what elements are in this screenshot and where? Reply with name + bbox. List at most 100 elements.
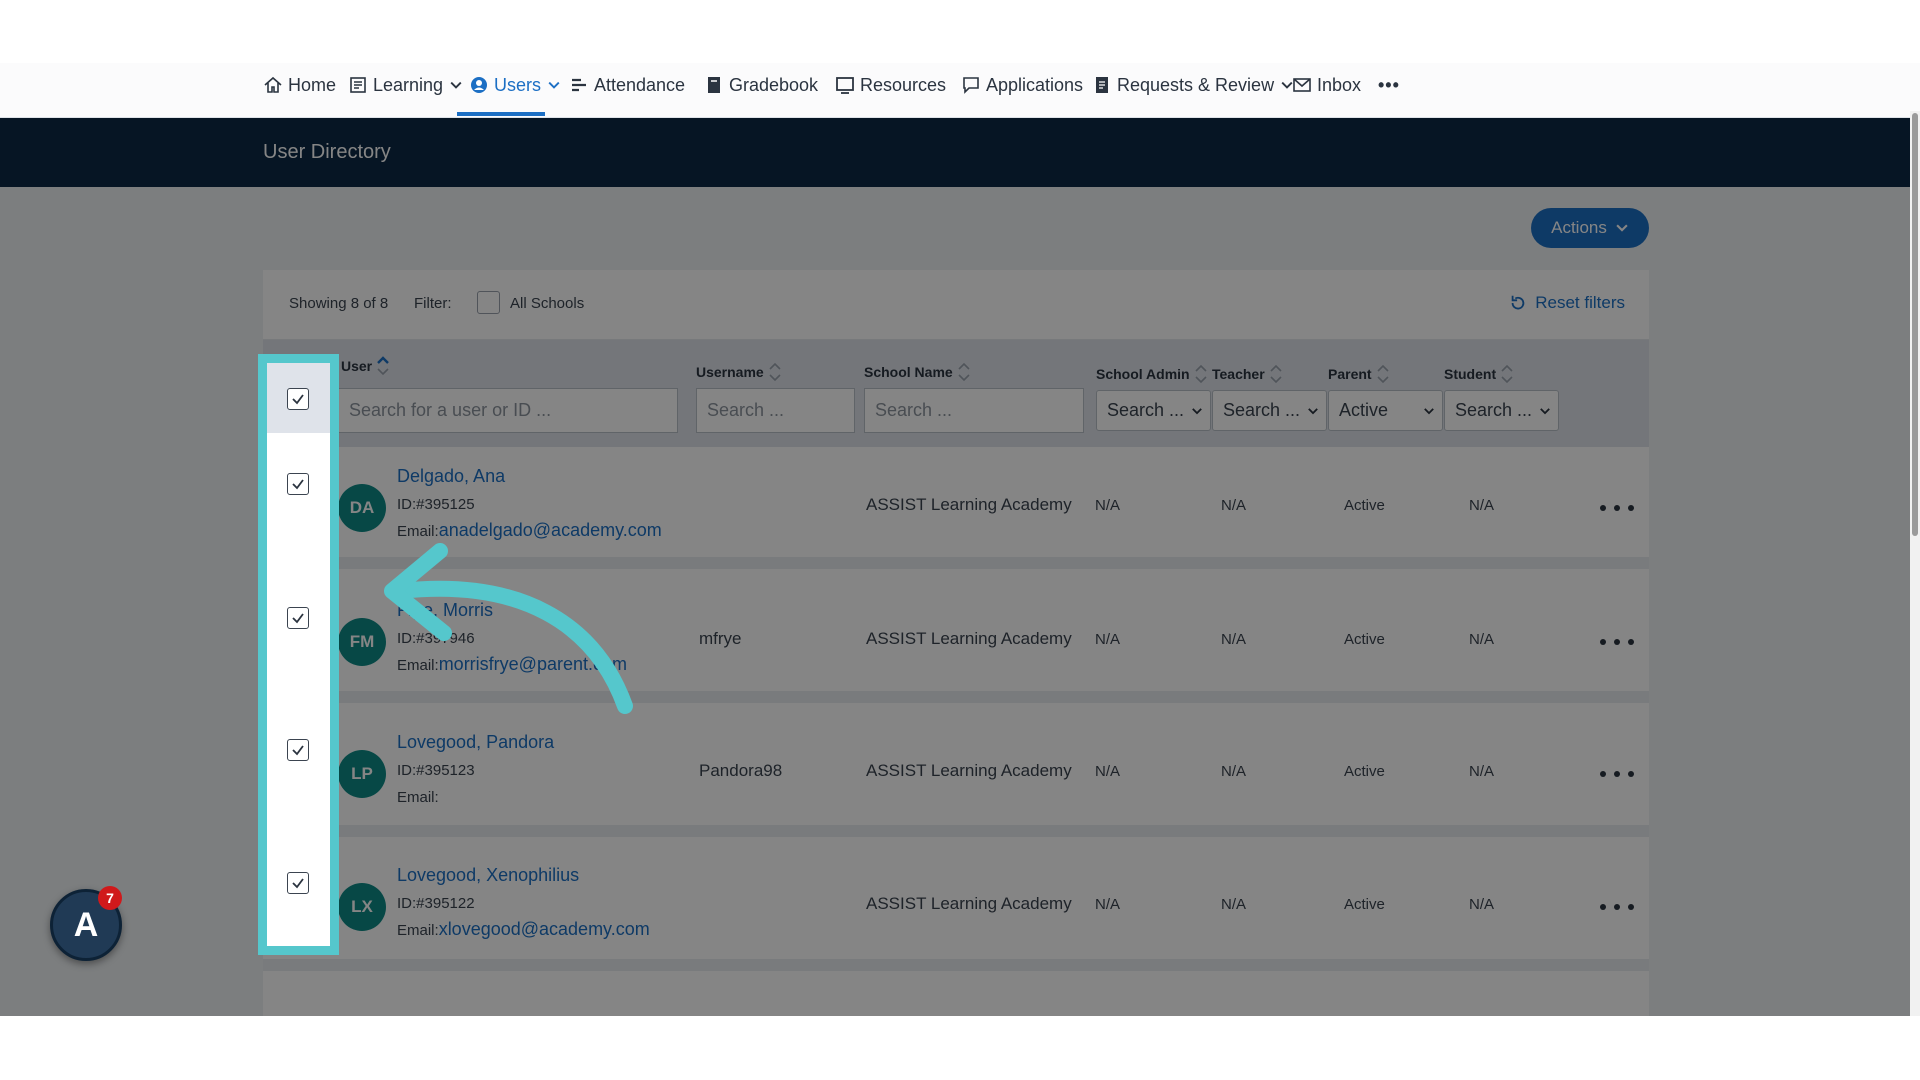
sort-icon	[1270, 364, 1282, 384]
table-header: User Username School Name School Admin T…	[263, 340, 1649, 447]
school-admin-cell: N/A	[1095, 896, 1121, 913]
row-more-button[interactable]	[1600, 767, 1634, 781]
col-parent-header[interactable]: Parent	[1328, 362, 1390, 386]
chevron-down-icon	[1192, 407, 1202, 414]
school-cell: ASSIST Learning Academy	[866, 495, 1072, 514]
col-teacher-header[interactable]: Teacher	[1212, 362, 1283, 386]
teacher-cell: N/A	[1221, 497, 1247, 514]
email-label: Email:	[397, 922, 439, 939]
parent-cell: Active	[1344, 497, 1385, 514]
student-cell: N/A	[1469, 631, 1495, 648]
teacher-cell: N/A	[1221, 896, 1247, 913]
table-row[interactable]: LX Lovegood, Xenophilius ID:#395122 Emai…	[263, 849, 1649, 971]
school-admin-cell: N/A	[1095, 763, 1121, 780]
col-student-header[interactable]: Student	[1444, 362, 1514, 386]
email-link[interactable]: xlovegood@academy.com	[439, 919, 650, 939]
nav-users[interactable]: Users	[469, 70, 562, 100]
learning-icon	[350, 77, 366, 93]
nav-gradebook-label: Gradebook	[729, 74, 819, 95]
table-row[interactable]: LP Lovegood, Pandora ID:#395123 Email: P…	[263, 715, 1649, 837]
sort-icon	[1501, 364, 1513, 384]
nav-learning-label: Learning	[373, 74, 444, 95]
username-search-input[interactable]: Search ...	[696, 388, 855, 433]
chevron-down-icon	[450, 81, 462, 89]
actions-label: Actions	[1551, 218, 1607, 237]
sort-icon	[1377, 364, 1389, 384]
scrollbar-thumb[interactable]	[1912, 113, 1918, 536]
nav-inbox[interactable]: Inbox	[1292, 70, 1361, 100]
teacher-select-value: Search ...	[1223, 400, 1301, 420]
username-cell: Pandora98	[699, 761, 783, 780]
student-cell: N/A	[1469, 896, 1495, 913]
applications-icon	[963, 77, 979, 94]
all-schools-label: All Schools	[510, 295, 585, 312]
col-student-label: Student	[1444, 366, 1497, 382]
student-cell: N/A	[1469, 497, 1495, 514]
chevron-down-icon	[548, 81, 560, 89]
parent-cell: Active	[1344, 896, 1385, 913]
school-cell: ASSIST Learning Academy	[866, 894, 1072, 913]
active-tab-indicator	[457, 112, 545, 116]
teacher-cell: N/A	[1221, 763, 1247, 780]
nav-gradebook[interactable]: Gradebook	[704, 70, 818, 100]
user-email: Email:	[397, 786, 439, 807]
user-name-link[interactable]: Delgado, Ana	[397, 466, 505, 487]
school-admin-select-value: Search ...	[1107, 400, 1185, 420]
email-label: Email:	[397, 789, 439, 806]
col-username-label: Username	[696, 364, 764, 380]
col-school-header[interactable]: School Name	[864, 360, 971, 384]
school-admin-select[interactable]: Search ...	[1096, 390, 1211, 431]
all-schools-checkbox[interactable]	[477, 291, 500, 314]
user-id: ID:#395123	[397, 762, 475, 779]
sort-icon	[377, 356, 389, 376]
school-admin-cell: N/A	[1095, 497, 1121, 514]
nav-learning[interactable]: Learning	[348, 70, 464, 100]
nav-inbox-label: Inbox	[1317, 74, 1362, 95]
username-cell: mfrye	[699, 629, 742, 648]
sort-icon	[958, 362, 970, 382]
table-row[interactable]	[263, 983, 1649, 1016]
sort-icon	[769, 362, 781, 382]
row-more-button[interactable]	[1600, 635, 1634, 649]
showing-count: Showing 8 of 8	[289, 295, 389, 312]
chevron-down-icon	[1540, 407, 1550, 414]
chevron-down-icon	[1616, 224, 1628, 232]
nav-requests-review[interactable]: Requests & Review	[1092, 70, 1295, 100]
teacher-cell: N/A	[1221, 631, 1247, 648]
user-name-link[interactable]: Lovegood, Xenophilius	[397, 865, 579, 886]
parent-select[interactable]: Active	[1328, 390, 1443, 431]
filter-label: Filter:	[414, 295, 452, 312]
chevron-down-icon	[1308, 407, 1318, 414]
parent-select-value: Active	[1339, 400, 1389, 420]
nav-applications-label: Applications	[986, 74, 1084, 95]
student-select[interactable]: Search ...	[1444, 390, 1559, 431]
col-username-header[interactable]: Username	[696, 360, 782, 384]
curved-arrow-icon	[384, 543, 633, 714]
avatar: LX	[338, 883, 386, 931]
attendance-icon	[572, 78, 586, 92]
row-more-button[interactable]	[1600, 501, 1634, 515]
col-school-admin-header[interactable]: School Admin	[1096, 362, 1208, 386]
school-search-input[interactable]: Search ...	[864, 388, 1084, 433]
col-user-header[interactable]: User	[341, 354, 390, 378]
student-cell: N/A	[1469, 763, 1495, 780]
user-id: ID:#395122	[397, 895, 475, 912]
school-admin-cell: N/A	[1095, 631, 1121, 648]
teacher-select[interactable]: Search ...	[1212, 390, 1327, 431]
user-name-link[interactable]: Lovegood, Pandora	[397, 732, 554, 753]
user-search-input[interactable]: Search for a user or ID ...	[338, 388, 678, 433]
nav-attendance[interactable]: Attendance	[569, 70, 685, 100]
notification-count-badge: 7	[98, 886, 122, 910]
school-cell: ASSIST Learning Academy	[866, 761, 1072, 780]
reset-filters-button[interactable]: Reset filters	[1509, 293, 1625, 313]
nav-resources[interactable]: Resources	[835, 70, 946, 100]
inbox-icon	[1293, 78, 1311, 92]
nav-applications[interactable]: Applications	[961, 70, 1083, 100]
user-icon	[471, 77, 487, 93]
nav-home[interactable]: Home	[263, 70, 336, 100]
filter-bar: Showing 8 of 8 Filter: All Schools Reset…	[263, 270, 1649, 340]
nav-more-button[interactable]: •••	[1378, 70, 1400, 100]
actions-button[interactable]: Actions	[1531, 208, 1649, 248]
user-id: ID:#395125	[397, 496, 475, 513]
row-more-button[interactable]	[1600, 900, 1634, 914]
